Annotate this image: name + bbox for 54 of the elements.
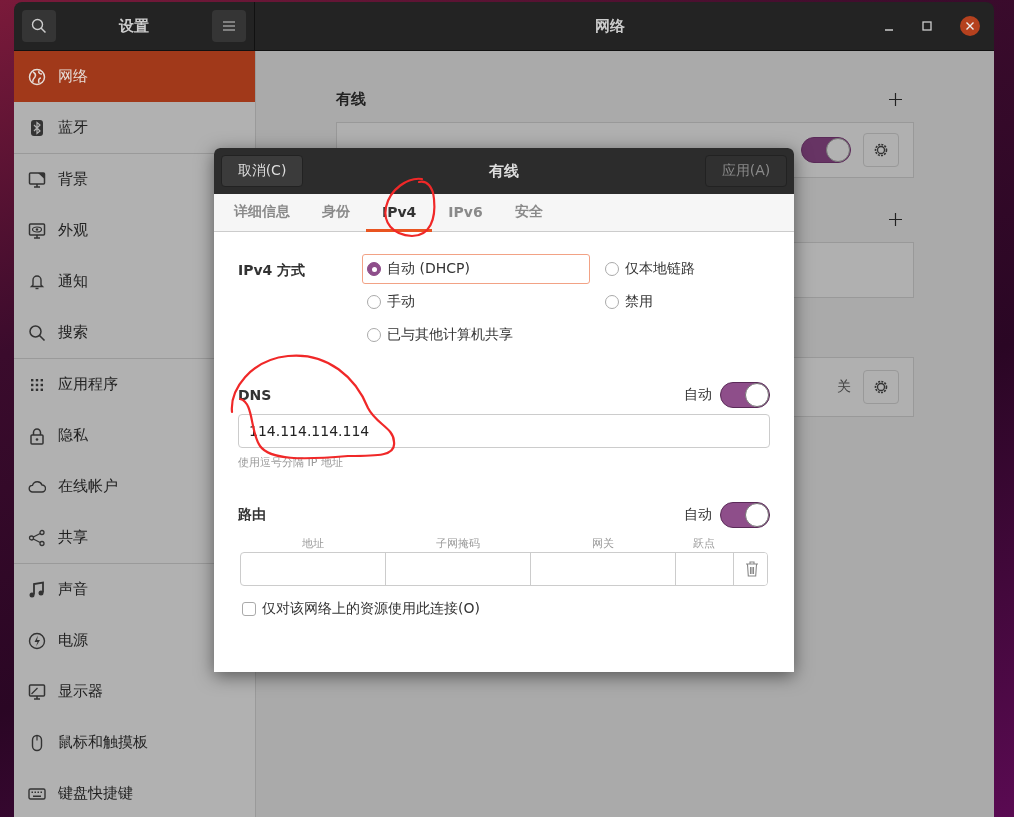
toggle-switch[interactable] [801, 137, 851, 163]
sidebar-item[interactable]: 网络 [14, 51, 255, 102]
column-header: 跃点 [692, 536, 716, 552]
sidebar-item[interactable]: 蓝牙 [14, 102, 255, 153]
auto-label: 自动 [684, 506, 712, 524]
sidebar-item[interactable]: 显示器 [14, 666, 255, 717]
menu-button[interactable] [212, 10, 246, 42]
field-label: IPv4 方式 [238, 261, 307, 280]
gear-icon [873, 379, 889, 395]
search-button[interactable] [22, 10, 56, 42]
monitor-eye-icon [28, 221, 46, 240]
sidebar-item[interactable]: 电源 [14, 615, 255, 666]
cancel-button[interactable]: 取消(C) [221, 155, 303, 187]
monitor-icon [28, 170, 46, 189]
add-icon[interactable] [889, 212, 902, 226]
gear-icon [873, 142, 889, 158]
menu-icon [223, 21, 235, 31]
add-icon[interactable] [889, 92, 902, 106]
sidebar-item[interactable]: 搜索 [14, 307, 255, 358]
column-header: 子网掩码 [434, 536, 481, 552]
monitor-icon [28, 682, 46, 701]
search-icon [28, 323, 46, 342]
sidebar-item[interactable]: 键盘快捷键 [14, 768, 255, 817]
share-icon [28, 528, 46, 547]
radio-option[interactable]: 自动 (DHCP) [362, 254, 590, 284]
trash-icon [744, 561, 759, 577]
toggle-switch[interactable] [720, 502, 770, 528]
globe-icon [28, 67, 46, 86]
close-button[interactable] [960, 16, 980, 36]
settings-button[interactable] [863, 370, 899, 404]
section-heading: 有线 [336, 89, 366, 109]
search-icon [31, 18, 47, 34]
bluetooth-icon [28, 118, 46, 137]
field-label: DNS [238, 387, 272, 403]
maximize-button[interactable] [922, 21, 932, 31]
auto-label: 自动 [684, 386, 712, 404]
window-title: 设置 [119, 16, 149, 36]
field-label: 路由 [238, 506, 266, 524]
column-header: 网关 [590, 536, 615, 552]
settings-button[interactable] [863, 133, 899, 167]
radio-option[interactable]: 仅本地链路 [600, 254, 828, 284]
proxy-status: 关 [837, 378, 851, 396]
page-title: 网络 [595, 16, 625, 36]
column-header: 地址 [300, 536, 325, 552]
radio-option[interactable]: 禁用 [600, 287, 828, 317]
music-note-icon [28, 580, 46, 599]
radio-option[interactable]: 已与其他计算机共享 [362, 320, 590, 350]
sidebar-item[interactable]: 鼠标和触摸板 [14, 717, 255, 768]
radio-option[interactable]: 手动 [362, 287, 590, 317]
dialog-title: 有线 [489, 161, 519, 181]
lock-icon [28, 426, 46, 445]
toggle-switch[interactable] [720, 382, 770, 408]
power-icon [28, 631, 46, 650]
bell-icon [28, 272, 46, 291]
